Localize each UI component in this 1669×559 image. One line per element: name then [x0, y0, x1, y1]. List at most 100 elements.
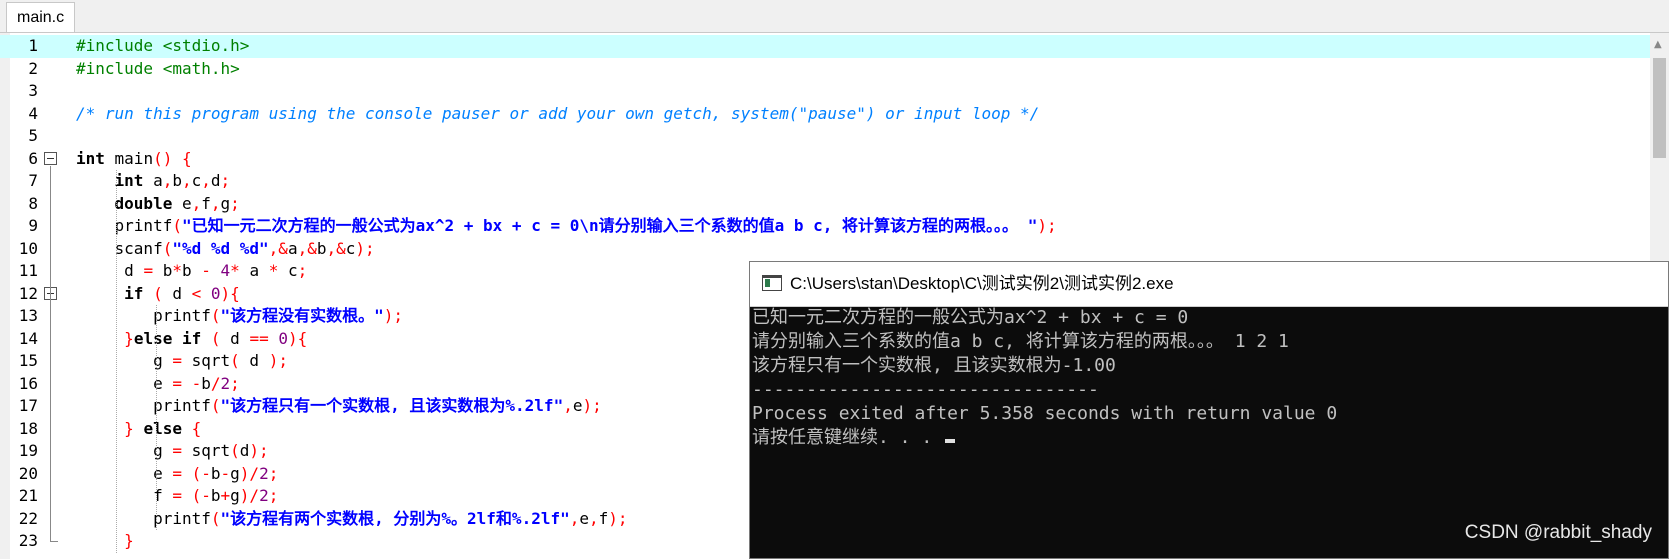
- console-line: 请按任意键继续. . .: [750, 426, 1668, 450]
- code-token: );: [249, 441, 269, 460]
- code-token: ,&: [297, 238, 317, 258]
- code-line[interactable]: 1 #include <stdio.h>: [0, 35, 1650, 58]
- code-token: (: [230, 351, 240, 370]
- line-number: 2: [28, 58, 38, 78]
- fold-collapse-icon[interactable]: [44, 151, 57, 165]
- code-token: a: [287, 238, 298, 258]
- console-line: 已知一元二次方程的一般公式为ax^2 + bx + c = 0: [750, 306, 1668, 330]
- code-token: ,: [210, 193, 221, 213]
- code-token: (: [162, 238, 173, 258]
- line-number: 5: [28, 126, 38, 145]
- code-token: ;: [268, 463, 279, 483]
- code-token: "已知一元二次方程的一般公式为ax^2 + bx + c = 0\n请分别输入三…: [181, 216, 1038, 235]
- code-line[interactable]: 7 int a,b,c,d;: [0, 170, 1650, 193]
- code-token: /* run this program using the console pa…: [76, 103, 1040, 123]
- code-token: printf: [76, 306, 211, 325]
- code-token: );: [355, 238, 375, 258]
- code-token: a: [239, 261, 269, 280]
- code-line[interactable]: 4 /* run this program using the console p…: [0, 103, 1650, 126]
- code-line[interactable]: 5: [0, 125, 1650, 148]
- code-token: e: [172, 193, 192, 213]
- code-token: e: [76, 373, 173, 393]
- code-line[interactable]: 10 scanf("%d %d %d",&a,&b,&c);: [0, 238, 1650, 261]
- code-text: #include <math.h>: [76, 58, 240, 81]
- tab-main-c[interactable]: main.c: [6, 2, 76, 32]
- code-token: printf: [76, 216, 173, 235]
- line-number: 6: [28, 148, 38, 168]
- line-number: 9: [28, 216, 38, 235]
- code-token: 2: [259, 486, 269, 505]
- code-token: b: [201, 373, 211, 393]
- code-token: ;: [230, 373, 240, 393]
- code-line[interactable]: 9 printf("已知一元二次方程的一般公式为ax^2 + bx + c = …: [0, 215, 1650, 238]
- line-number: 14: [18, 328, 38, 348]
- line-number: 19: [18, 441, 38, 460]
- code-text: printf("已知一元二次方程的一般公式为ax^2 + bx + c = 0\…: [76, 215, 1057, 238]
- code-token: ){: [220, 283, 240, 303]
- fold-end-marker: [50, 541, 58, 542]
- code-token: scanf: [76, 238, 163, 258]
- console-output[interactable]: 已知一元二次方程的一般公式为ax^2 + bx + c = 0 请分别输入三个系数…: [750, 306, 1668, 450]
- indent-guide: [156, 305, 157, 530]
- code-token: d: [76, 261, 144, 280]
- code-token: ;: [220, 171, 231, 190]
- code-token: b: [210, 486, 221, 505]
- console-line-text: Process exited after 5.358 seconds with …: [752, 403, 1338, 424]
- line-number: 21: [18, 486, 38, 505]
- code-token: int: [114, 171, 144, 190]
- code-token: +: [220, 486, 231, 505]
- code-token: (: [153, 283, 163, 303]
- code-token: -: [220, 463, 231, 483]
- code-token: d: [162, 283, 192, 303]
- code-text: scanf("%d %d %d",&a,&b,&c);: [76, 238, 375, 261]
- console-line: 该方程只有一个实数根, 且该实数根为-1.00: [750, 354, 1668, 378]
- code-text: e = (-b-g)/2;: [76, 463, 278, 486]
- code-token: (: [210, 306, 221, 325]
- scroll-up-icon[interactable]: ▲: [1654, 39, 1662, 50]
- code-token: <: [191, 283, 202, 303]
- console-app-icon: [762, 275, 782, 291]
- code-token: c: [278, 261, 298, 280]
- console-window[interactable]: C:\Users\stan\Desktop\C\测试实例2\测试实例2.exe …: [749, 261, 1669, 559]
- code-token: d: [220, 328, 250, 348]
- code-token: g: [76, 441, 173, 460]
- code-token: c: [191, 171, 202, 190]
- code-line[interactable]: 3: [0, 80, 1650, 103]
- code-token: =: [143, 261, 154, 280]
- code-token: );: [608, 508, 628, 528]
- console-title-bar[interactable]: C:\Users\stan\Desktop\C\测试实例2\测试实例2.exe: [750, 262, 1668, 307]
- tab-bar: main.c: [0, 0, 1669, 33]
- code-text: /* run this program using the console pa…: [76, 103, 1039, 126]
- code-token: -: [191, 373, 202, 393]
- line-number: 12: [18, 283, 38, 303]
- code-text: printf("该方程只有一个实数根, 且该实数根为%.2lf",e);: [76, 395, 602, 418]
- code-text: if ( d < 0){: [76, 283, 240, 306]
- code-token: (: [210, 396, 221, 415]
- code-token: ,: [162, 171, 173, 190]
- scrollbar-thumb[interactable]: [1653, 58, 1666, 158]
- code-line[interactable]: 2 #include <math.h>: [0, 58, 1650, 81]
- code-token: =: [172, 486, 182, 505]
- code-line[interactable]: 8 double e,f,g;: [0, 193, 1650, 216]
- code-token: f: [76, 486, 173, 505]
- code-token: =: [172, 351, 182, 370]
- line-number: 4: [28, 103, 38, 123]
- console-line-text: 已知一元二次方程的一般公式为ax^2 + bx + c = 0: [752, 307, 1189, 328]
- code-text: g = sqrt(d);: [76, 440, 269, 463]
- code-token: b: [181, 261, 202, 280]
- code-line[interactable]: 6 int main() {: [0, 148, 1650, 171]
- text-cursor: [945, 439, 956, 443]
- line-number: 1: [28, 36, 38, 55]
- code-token: (: [210, 508, 221, 528]
- code-text: printf("该方程有两个实数根, 分别为%。2lf和%.2lf",e,f);: [76, 508, 628, 531]
- code-token: sqrt: [181, 441, 231, 460]
- line-number: 10: [18, 238, 38, 258]
- code-text: }else if ( d == 0){: [76, 328, 307, 351]
- line-number: 3: [28, 81, 38, 100]
- console-line-text: 该方程只有一个实数根, 且该实数根为-1.00: [752, 355, 1116, 376]
